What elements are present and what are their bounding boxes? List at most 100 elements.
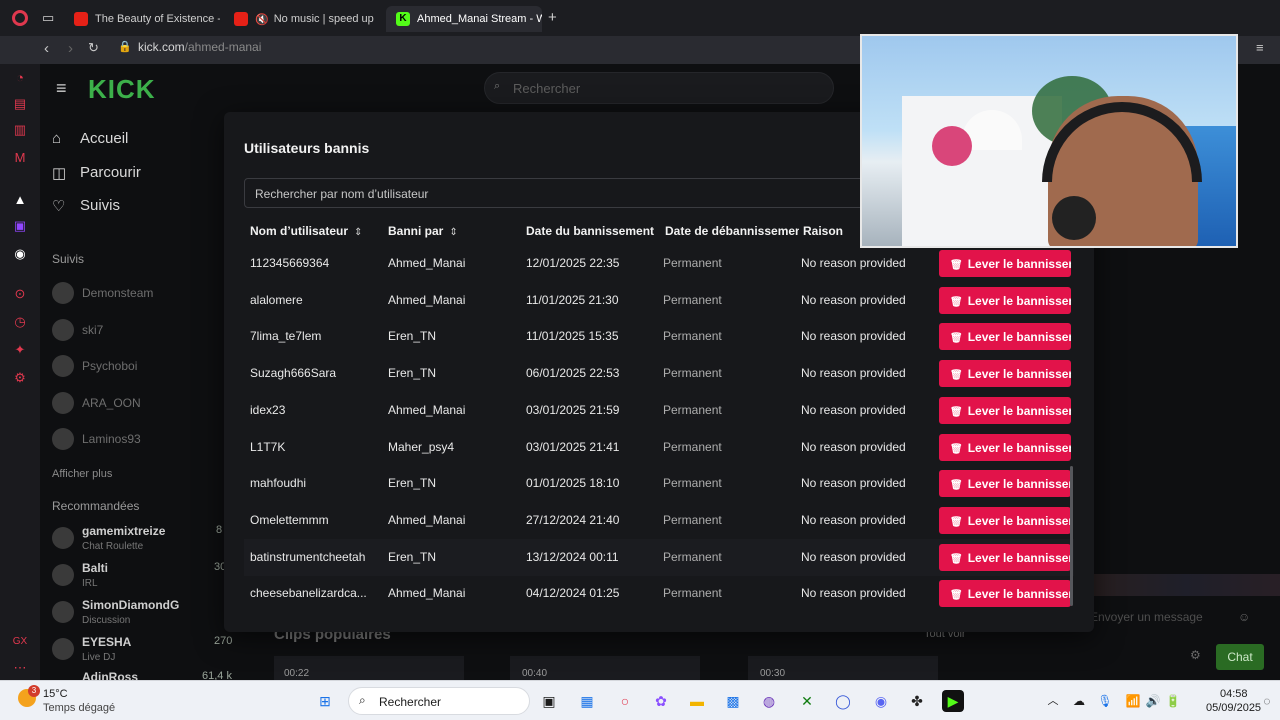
notifications-icon[interactable]: ◌ (1256, 690, 1278, 712)
forward-icon[interactable]: › (68, 40, 73, 57)
unban-button[interactable]: 🗑 Lever le bannissement (939, 360, 1071, 388)
kick-taskbar-icon[interactable]: ▶ (942, 690, 964, 712)
followed-channel[interactable]: Psychoboi (82, 359, 137, 373)
followed-channel[interactable]: ARA_OON (82, 396, 141, 410)
crypto-wallet-icon[interactable]: ▥ (12, 122, 28, 138)
tab-youtube-1[interactable]: The Beauty of Existence - (64, 6, 220, 32)
aria-ai-icon[interactable]: ▲ (12, 192, 28, 208)
recommended-channel[interactable]: SimonDiamondG (82, 598, 179, 612)
sort-icon[interactable]: ⇕ (449, 227, 457, 238)
avatar[interactable] (52, 355, 74, 377)
unban-button[interactable]: 🗑 Lever le bannissement (939, 580, 1071, 608)
nav-home[interactable]: Accueil (80, 130, 128, 147)
player-icon[interactable]: ⊙ (12, 286, 28, 302)
more-icon[interactable]: ⋯ (12, 660, 28, 676)
col-username[interactable]: Nom d’utilisateur ⇕ (250, 224, 362, 238)
ban-username: Omelettemmm (250, 512, 329, 527)
avatar[interactable] (52, 601, 74, 623)
taskbar-search[interactable]: ⌕ Rechercher (348, 687, 530, 715)
nav-following[interactable]: Suivis (80, 197, 120, 214)
new-tab-button[interactable]: + (548, 9, 557, 26)
recommended-channel[interactable]: Balti (82, 561, 108, 575)
clock-time[interactable]: 04:58 (1220, 688, 1248, 700)
app-icon[interactable]: ✤ (906, 690, 928, 712)
xbox-icon[interactable]: ✕ (796, 690, 818, 712)
followed-channel[interactable]: ski7 (82, 323, 103, 337)
url-field[interactable]: kick.com/ahmed-manai (138, 40, 261, 54)
opera-logo-icon[interactable] (12, 10, 28, 26)
tab-kick-stream[interactable]: K Ahmed_Manai Stream - W (386, 6, 542, 32)
twitch-icon[interactable]: ▣ (12, 218, 28, 234)
unban-button[interactable]: 🗑 Lever le bannissement (939, 470, 1071, 498)
discord-icon[interactable]: ◉ (12, 246, 28, 262)
tab-menu-icon[interactable]: ▭ (42, 10, 54, 26)
obs-icon[interactable]: ◍ (758, 690, 780, 712)
recommended-channel[interactable]: EYESHA (82, 635, 131, 649)
table-row: cheesebanelizardca... Ahmed_Manai 04/12/20… (244, 575, 1074, 612)
unban-button[interactable]: 🗑 Lever le bannissement (939, 543, 1071, 571)
gx-icon[interactable]: GX (12, 634, 28, 650)
extensions-icon[interactable]: ✦ (12, 342, 28, 358)
table-scrollbar[interactable] (1070, 466, 1073, 606)
task-view-icon[interactable]: ▣ (538, 690, 560, 712)
avatar[interactable] (52, 564, 74, 586)
show-more-link[interactable]: Afficher plus (52, 468, 112, 480)
copilot-icon[interactable]: ✿ (650, 690, 672, 712)
ban-date: 03/01/2025 21:59 (526, 402, 620, 417)
tab-youtube-2[interactable]: 🔇 No music | speed up (224, 6, 376, 32)
col-banned-by[interactable]: Banni par ⇕ (388, 224, 458, 238)
nav-browse[interactable]: Parcourir (80, 164, 141, 181)
history-icon[interactable]: ◷ (12, 314, 28, 330)
chevron-up-icon[interactable]: ︿ (1042, 690, 1064, 712)
settings-icon[interactable]: ⚙ (12, 370, 28, 386)
ban-username: 112345669364 (250, 256, 330, 270)
followed-channel[interactable]: Demonsteam (82, 286, 153, 300)
discord-taskbar-icon[interactable]: ◉ (870, 690, 892, 712)
avatar[interactable] (52, 282, 74, 304)
volume-icon[interactable]: 🔊 (1142, 690, 1164, 712)
onedrive-icon[interactable]: ☁ (1068, 690, 1090, 712)
weather-desc[interactable]: Temps dégagé (43, 702, 115, 714)
unban-button[interactable]: 🗑 Lever le bannissement (939, 433, 1071, 461)
unban-button[interactable]: 🗑 Lever le bannissement (939, 323, 1071, 351)
chat-send-button[interactable]: Chat (1216, 644, 1264, 670)
weather-temp[interactable]: 15°C (43, 688, 68, 700)
recommended-channel[interactable]: gamemixtreize (82, 524, 165, 538)
followed-heading: Suivis (52, 252, 85, 266)
kick-logo[interactable]: KICK (88, 74, 156, 105)
messenger-icon[interactable]: M (12, 150, 28, 166)
file-explorer-icon[interactable]: ▬ (686, 690, 708, 712)
unban-button[interactable]: 🗑 Lever le bannissement (939, 506, 1071, 534)
opera-gx-icon[interactable]: ◯ (832, 690, 854, 712)
avatar[interactable] (52, 527, 74, 549)
ms-store-icon[interactable]: ▩ (722, 690, 744, 712)
chat-settings-icon[interactable]: ⚙ (1190, 648, 1201, 662)
avatar[interactable] (52, 319, 74, 341)
clock-date[interactable]: 05/09/2025 (1206, 702, 1261, 714)
back-icon[interactable]: ‹ (44, 40, 49, 57)
hamburger-icon[interactable]: ≡ (56, 78, 67, 99)
username-search-input[interactable]: Rechercher par nom d’utilisateur (244, 178, 884, 208)
aria-icon[interactable]: ◔ (12, 70, 28, 86)
store-photos-icon[interactable]: ▦ (576, 690, 598, 712)
menu-icon[interactable]: ≡ (1256, 40, 1264, 55)
microphone-icon[interactable]: 🎙 (1094, 690, 1116, 712)
chat-input[interactable]: Envoyer un message (1090, 610, 1254, 630)
avatar[interactable] (52, 392, 74, 414)
emoji-icon[interactable]: ☺ (1238, 610, 1250, 624)
battery-icon[interactable]: 🔋 (1162, 690, 1184, 712)
reload-icon[interactable]: ↻ (88, 40, 99, 56)
windows-start-icon[interactable]: ⊞ (314, 690, 336, 712)
unban-button[interactable]: 🗑 Lever le bannissement (939, 286, 1071, 314)
top-search-input[interactable]: Rechercher (484, 72, 834, 104)
unban-button[interactable]: 🗑 Lever le bannissement (939, 250, 1071, 277)
unban-button[interactable]: 🗑 Lever le bannissement (939, 396, 1071, 424)
opera-taskbar-icon[interactable]: ○ (614, 690, 636, 712)
wifi-icon[interactable]: 📶 (1122, 690, 1144, 712)
recommended-channel[interactable]: AdinRoss (82, 670, 138, 680)
followed-channel[interactable]: Laminos93 (82, 432, 141, 446)
sort-icon[interactable]: ⇕ (354, 227, 362, 238)
avatar[interactable] (52, 428, 74, 450)
avatar[interactable] (52, 638, 74, 660)
workspace-icon[interactable]: ▤ (12, 96, 28, 112)
